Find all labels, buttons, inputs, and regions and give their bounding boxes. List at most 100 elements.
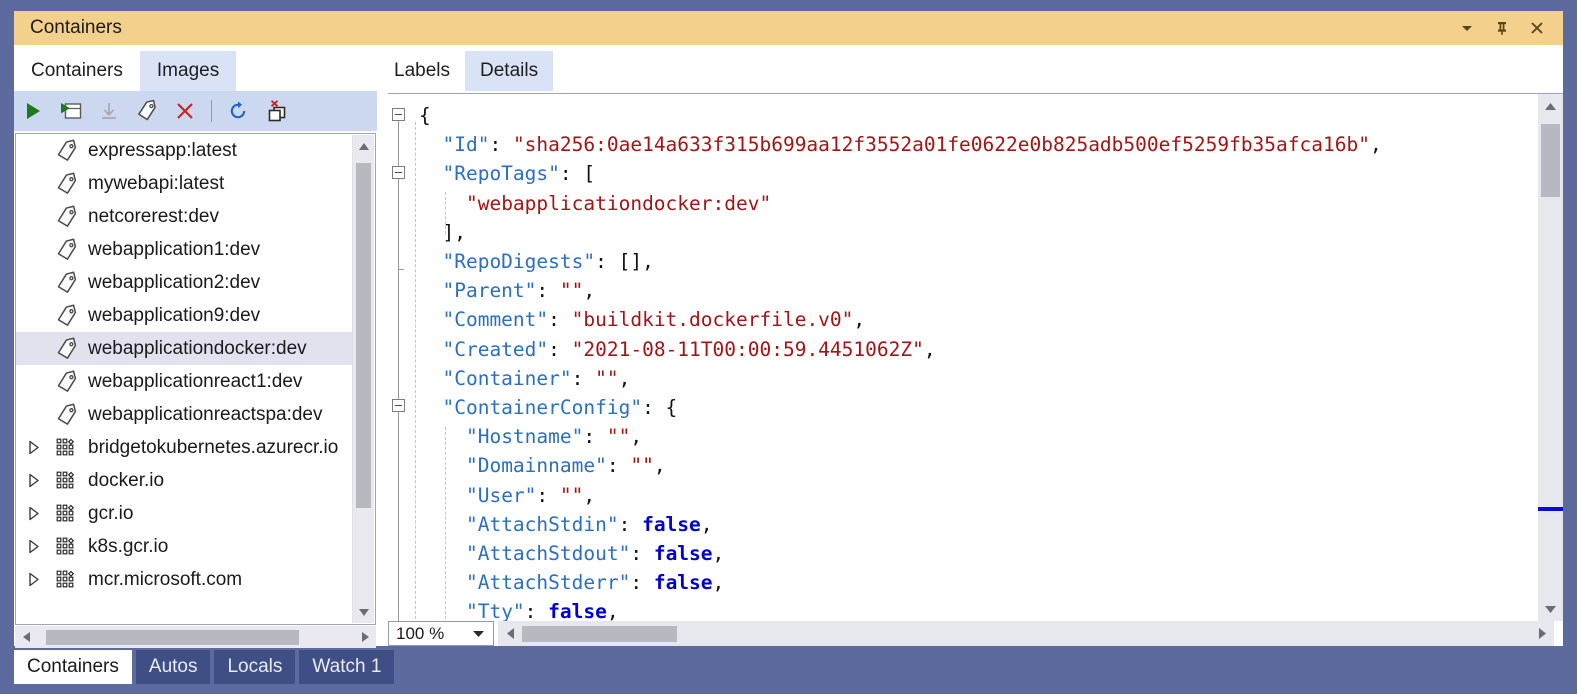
expander-chevron-icon[interactable] bbox=[16, 506, 50, 521]
run-button[interactable] bbox=[14, 94, 52, 128]
list-item[interactable]: expressapp:latest bbox=[16, 134, 356, 167]
fold-toggle-root[interactable] bbox=[392, 108, 405, 121]
bottom-dock-tabs: Containers Autos Locals Watch 1 bbox=[14, 648, 1563, 686]
tag-icon bbox=[50, 171, 84, 197]
dock-tab-watch-1[interactable]: Watch 1 bbox=[299, 650, 395, 684]
outline-guide-line bbox=[398, 412, 399, 621]
fold-toggle-repotags[interactable] bbox=[392, 166, 405, 179]
close-window-button[interactable] bbox=[1523, 14, 1551, 42]
tool-window-body: Containers Images expressapp:latest mywe… bbox=[14, 45, 1563, 648]
images-list-rows: expressapp:latest mywebapi:latest netcorer… bbox=[16, 134, 356, 596]
prune-images-button[interactable] bbox=[257, 94, 295, 128]
scroll-up-arrow-icon[interactable] bbox=[1538, 94, 1563, 118]
window-dropdown-button[interactable] bbox=[1453, 14, 1481, 42]
run-with-window-button[interactable] bbox=[52, 94, 90, 128]
tag-image-button[interactable] bbox=[128, 94, 166, 128]
images-pane: Containers Images expressapp:latest mywe… bbox=[14, 45, 377, 648]
auto-hide-pin-button[interactable] bbox=[1488, 14, 1516, 42]
tag-icon bbox=[50, 138, 84, 164]
list-item[interactable]: webapplicationreactspa:dev bbox=[16, 398, 356, 431]
code-line: "Domainname": "", bbox=[465, 454, 666, 478]
scroll-left-arrow-icon[interactable] bbox=[15, 626, 37, 648]
expander-chevron-icon[interactable] bbox=[16, 440, 50, 455]
fold-toggle-containerconfig[interactable] bbox=[392, 399, 405, 412]
images-list[interactable]: expressapp:latest mywebapi:latest netcorer… bbox=[15, 133, 376, 625]
code-line: "Id": "sha256:0ae14a633f315b699aa12f3552… bbox=[442, 133, 1382, 157]
pull-image-button[interactable] bbox=[90, 94, 128, 128]
tag-icon bbox=[50, 270, 84, 296]
json-content: { "Id": "sha256:0ae14a633f315b699aa12f35… bbox=[419, 101, 1382, 621]
expander-chevron-icon[interactable] bbox=[16, 572, 50, 587]
list-item-label: k8s.gcr.io bbox=[88, 535, 169, 557]
code-line: "AttachStdout": false, bbox=[465, 542, 725, 566]
code-line: "Tty": false, bbox=[465, 600, 619, 621]
scroll-left-arrow-icon[interactable] bbox=[498, 621, 522, 646]
code-line: "Hostname": "", bbox=[465, 425, 643, 449]
editor-hscroll-thumb[interactable] bbox=[522, 625, 677, 642]
images-list-vscrollbar[interactable] bbox=[352, 135, 374, 623]
title-bar: Containers bbox=[14, 11, 1563, 45]
list-item[interactable]: bridgetokubernetes.azurecr.io bbox=[16, 431, 356, 464]
tag-icon bbox=[50, 204, 84, 230]
code-line: "Container": "", bbox=[442, 366, 631, 390]
editor-vscrollbar[interactable] bbox=[1538, 94, 1563, 621]
images-toolbar bbox=[14, 91, 377, 131]
list-item[interactable]: webapplication9:dev bbox=[16, 299, 356, 332]
tab-details-label: Details bbox=[480, 60, 539, 81]
chevron-down-icon[interactable] bbox=[472, 630, 485, 638]
indent-guide bbox=[415, 224, 416, 621]
dock-tab-autos[interactable]: Autos bbox=[135, 650, 211, 684]
outlining-gutter[interactable] bbox=[388, 94, 419, 621]
list-item[interactable]: mcr.microsoft.com bbox=[16, 563, 356, 596]
tab-details[interactable]: Details bbox=[465, 51, 554, 91]
code-line: "RepoDigests": [], bbox=[442, 250, 654, 274]
list-item[interactable]: mywebapi:latest bbox=[16, 167, 356, 200]
remove-image-button[interactable] bbox=[166, 94, 204, 128]
list-item-label: docker.io bbox=[88, 469, 165, 491]
list-item[interactable]: k8s.gcr.io bbox=[16, 530, 356, 563]
right-pane-tabs: Labels Details bbox=[379, 45, 1563, 91]
json-editor[interactable]: { "Id": "sha256:0ae14a633f315b699aa12f35… bbox=[388, 93, 1563, 621]
code-line: "RepoTags": [ bbox=[442, 162, 596, 186]
tab-labels[interactable]: Labels bbox=[379, 51, 465, 91]
list-item-label: webapplicationreact1:dev bbox=[88, 370, 303, 392]
tab-images[interactable]: Images bbox=[139, 51, 237, 91]
scroll-right-arrow-icon[interactable] bbox=[354, 626, 376, 648]
editor-footer: 100 % bbox=[379, 621, 1563, 646]
dock-tab-locals[interactable]: Locals bbox=[214, 650, 296, 684]
code-line: "Parent": "", bbox=[442, 279, 596, 303]
editor-vscroll-thumb[interactable] bbox=[1541, 124, 1560, 197]
code-line: ], bbox=[419, 220, 466, 244]
toolbar-separator bbox=[211, 100, 212, 122]
tag-icon bbox=[50, 303, 84, 329]
registry-icon bbox=[50, 567, 84, 593]
list-item[interactable]: gcr.io bbox=[16, 497, 356, 530]
list-item[interactable]: webapplication1:dev bbox=[16, 233, 356, 266]
expander-chevron-icon[interactable] bbox=[16, 539, 50, 554]
zoom-level-select[interactable]: 100 % bbox=[388, 621, 494, 646]
refresh-button[interactable] bbox=[219, 94, 257, 128]
expander-chevron-icon[interactable] bbox=[16, 473, 50, 488]
list-item[interactable]: docker.io bbox=[16, 464, 356, 497]
scroll-down-arrow-icon[interactable] bbox=[353, 601, 374, 623]
images-list-hscroll-thumb[interactable] bbox=[46, 629, 299, 645]
scroll-down-arrow-icon[interactable] bbox=[1538, 597, 1563, 621]
tab-containers[interactable]: Containers bbox=[14, 51, 140, 91]
code-line: "Created": "2021-08-11T00:00:59.4451062Z… bbox=[442, 337, 936, 361]
dock-tab-label: Containers bbox=[27, 656, 119, 677]
images-list-vscroll-thumb[interactable] bbox=[356, 163, 371, 508]
list-item[interactable]: webapplication2:dev bbox=[16, 266, 356, 299]
scroll-right-arrow-icon[interactable] bbox=[1530, 621, 1554, 646]
images-list-hscrollbar[interactable] bbox=[15, 626, 376, 648]
list-item[interactable]: webapplicationdocker:dev bbox=[16, 332, 356, 365]
outline-guide-line bbox=[398, 121, 399, 166]
list-item-label: webapplication1:dev bbox=[88, 238, 261, 260]
json-code-area[interactable]: { "Id": "sha256:0ae14a633f315b699aa12f35… bbox=[388, 94, 1538, 621]
scroll-up-arrow-icon[interactable] bbox=[353, 135, 374, 157]
list-item[interactable]: webapplicationreact1:dev bbox=[16, 365, 356, 398]
registry-icon bbox=[50, 468, 84, 494]
editor-hscrollbar[interactable] bbox=[498, 621, 1554, 646]
tab-labels-label: Labels bbox=[394, 60, 450, 81]
list-item[interactable]: netcorerest:dev bbox=[16, 200, 356, 233]
dock-tab-containers[interactable]: Containers bbox=[14, 650, 132, 684]
